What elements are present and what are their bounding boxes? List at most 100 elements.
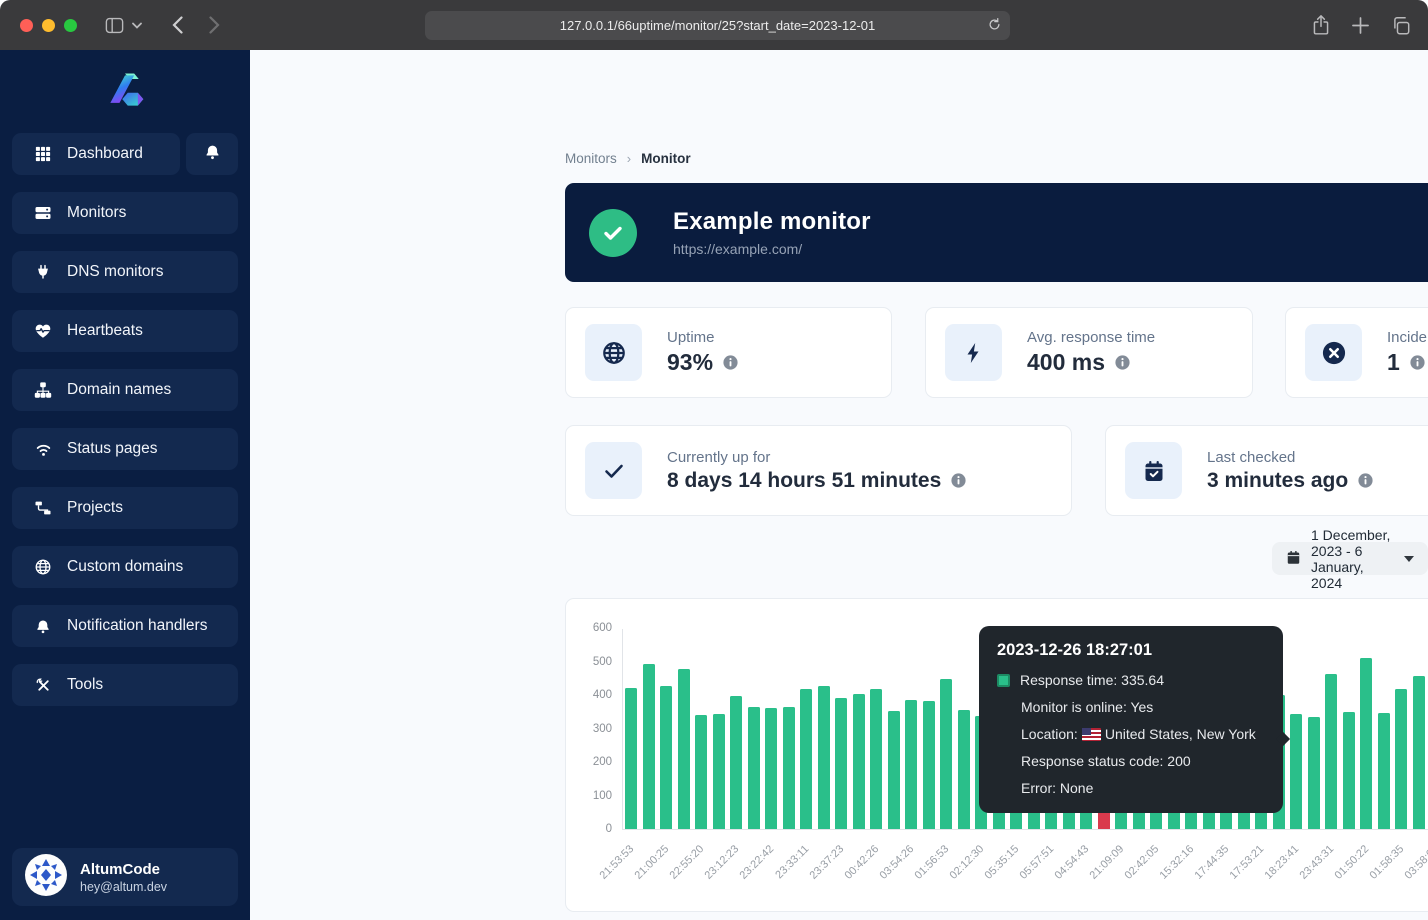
chart-bar[interactable] — [1395, 689, 1407, 829]
chart-bar[interactable] — [643, 664, 655, 829]
response-time-value: 400 ms — [1027, 349, 1105, 376]
chart-bar[interactable] — [870, 689, 882, 829]
chart-bar[interactable] — [800, 689, 812, 829]
chart-bar[interactable] — [748, 707, 760, 829]
address-bar[interactable]: 127.0.0.1/66uptime/monitor/25?start_date… — [425, 11, 1010, 40]
sidebar-toggle-icon[interactable] — [105, 17, 124, 34]
chart-bar[interactable] — [1378, 713, 1390, 829]
response-time-label: Avg. response time — [1027, 329, 1155, 346]
uptime-card: Uptime 93% — [565, 307, 892, 398]
calendar-icon — [1286, 550, 1301, 568]
sidebar-item-notification-handlers[interactable]: Notification handlers — [12, 605, 238, 647]
new-tab-icon[interactable] — [1352, 17, 1369, 34]
sidebar-item-label: Status pages — [67, 440, 157, 458]
chart-bar[interactable] — [940, 679, 952, 829]
info-icon[interactable] — [1409, 354, 1426, 371]
reload-icon[interactable] — [987, 16, 1002, 36]
chart-bar[interactable] — [905, 700, 917, 829]
close-window-button[interactable] — [20, 19, 33, 32]
sidebar-item-projects[interactable]: Projects — [12, 487, 238, 529]
chart-bar[interactable] — [888, 711, 900, 829]
y-axis-tick: 0 — [566, 823, 612, 835]
chart-bar[interactable] — [783, 707, 795, 829]
zoom-window-button[interactable] — [64, 19, 77, 32]
sidebar-item-label: Tools — [67, 676, 103, 694]
chart-bar[interactable] — [695, 715, 707, 829]
sidebar-item-label: Domain names — [67, 381, 171, 399]
chart-bar[interactable] — [1360, 658, 1372, 829]
user-email: hey@altum.dev — [80, 880, 167, 894]
x-axis-label: 23:22:42 — [738, 843, 777, 882]
back-icon[interactable] — [172, 16, 183, 34]
minimize-window-button[interactable] — [42, 19, 55, 32]
response-time-chart: 2023-12-26 18:27:01 Response time: 335.6… — [565, 598, 1428, 912]
chart-bar[interactable] — [713, 714, 725, 829]
currently-up-value: 8 days 14 hours 51 minutes — [667, 469, 941, 493]
share-icon[interactable] — [1312, 15, 1330, 36]
breadcrumb-monitors-link[interactable]: Monitors — [565, 151, 617, 166]
x-axis-label: 17:44:35 — [1193, 843, 1232, 882]
circle-x-icon — [1305, 324, 1362, 381]
chart-bar[interactable] — [1325, 674, 1337, 829]
info-icon[interactable] — [722, 354, 739, 371]
chart-bar[interactable] — [625, 688, 637, 829]
sidebar-item-tools[interactable]: Tools — [12, 664, 238, 706]
uptime-label: Uptime — [667, 329, 739, 346]
sidebar-item-label: Dashboard — [67, 145, 143, 163]
status-up-icon — [589, 209, 637, 257]
info-icon[interactable] — [950, 472, 967, 489]
y-axis-tick: 600 — [566, 622, 612, 634]
chart-bar[interactable] — [1308, 717, 1320, 829]
x-axis-label: 02:12:30 — [948, 843, 987, 882]
sidebar-item-dashboard[interactable]: Dashboard — [12, 133, 180, 175]
chart-bar[interactable] — [1290, 714, 1302, 829]
x-axis-label: 05:35:15 — [983, 843, 1022, 882]
notifications-button[interactable] — [186, 133, 238, 175]
date-range-button[interactable]: 1 December, 2023 - 6 January, 2024 — [1272, 542, 1428, 575]
sidebar-item-dns-monitors[interactable]: DNS monitors — [12, 251, 238, 293]
chart-bar[interactable] — [730, 696, 742, 829]
x-axis-label: 03:54:26 — [878, 843, 917, 882]
heart-pulse-icon — [33, 322, 53, 340]
chart-bar[interactable] — [923, 701, 935, 829]
chart-bar[interactable] — [818, 686, 830, 829]
chevron-down-icon[interactable] — [132, 22, 142, 29]
tab-overview-icon[interactable] — [1391, 16, 1410, 35]
chart-bar[interactable] — [678, 669, 690, 829]
series-swatch-icon — [997, 674, 1010, 687]
x-axis-label: 17:53:21 — [1228, 843, 1267, 882]
sidebar-item-status-pages[interactable]: Status pages — [12, 428, 238, 470]
user-name: AltumCode — [80, 861, 167, 878]
bell-icon — [33, 618, 53, 635]
sidebar-item-label: Notification handlers — [67, 617, 207, 635]
y-axis-tick: 500 — [566, 656, 612, 668]
incidents-card: Incidents 1 — [1285, 307, 1428, 398]
forward-icon[interactable] — [209, 16, 220, 34]
chart-bar[interactable] — [853, 694, 865, 829]
avatar — [24, 853, 68, 902]
chart-bar[interactable] — [958, 710, 970, 829]
response-time-card: Avg. response time 400 ms — [925, 307, 1253, 398]
info-icon[interactable] — [1357, 472, 1374, 489]
chart-bar[interactable] — [835, 698, 847, 829]
monitor-header-card: Example monitor https://example.com/ — [565, 183, 1428, 282]
chart-bar[interactable] — [765, 708, 777, 829]
sidebar-item-custom-domains[interactable]: Custom domains — [12, 546, 238, 588]
chart-bar[interactable] — [660, 686, 672, 829]
x-axis-label: 22:55:20 — [668, 843, 707, 882]
wifi-icon — [33, 441, 53, 457]
x-axis-label: 00:42:26 — [843, 843, 882, 882]
sidebar-item-heartbeats[interactable]: Heartbeats — [12, 310, 238, 352]
globe-icon — [585, 324, 642, 381]
user-account[interactable]: AltumCode hey@altum.dev — [12, 848, 238, 906]
chart-bar[interactable] — [1413, 676, 1425, 829]
x-axis-label: 21:00:25 — [633, 843, 672, 882]
info-icon[interactable] — [1114, 354, 1131, 371]
sidebar-item-domain-names[interactable]: Domain names — [12, 369, 238, 411]
tooltip-online: Monitor is online: Yes — [997, 694, 1265, 721]
sidebar-item-monitors[interactable]: Monitors — [12, 192, 238, 234]
y-axis-tick: 100 — [566, 790, 612, 802]
breadcrumb: Monitors › Monitor — [565, 151, 691, 166]
chart-bar[interactable] — [1343, 712, 1355, 829]
incidents-value: 1 — [1387, 349, 1400, 376]
